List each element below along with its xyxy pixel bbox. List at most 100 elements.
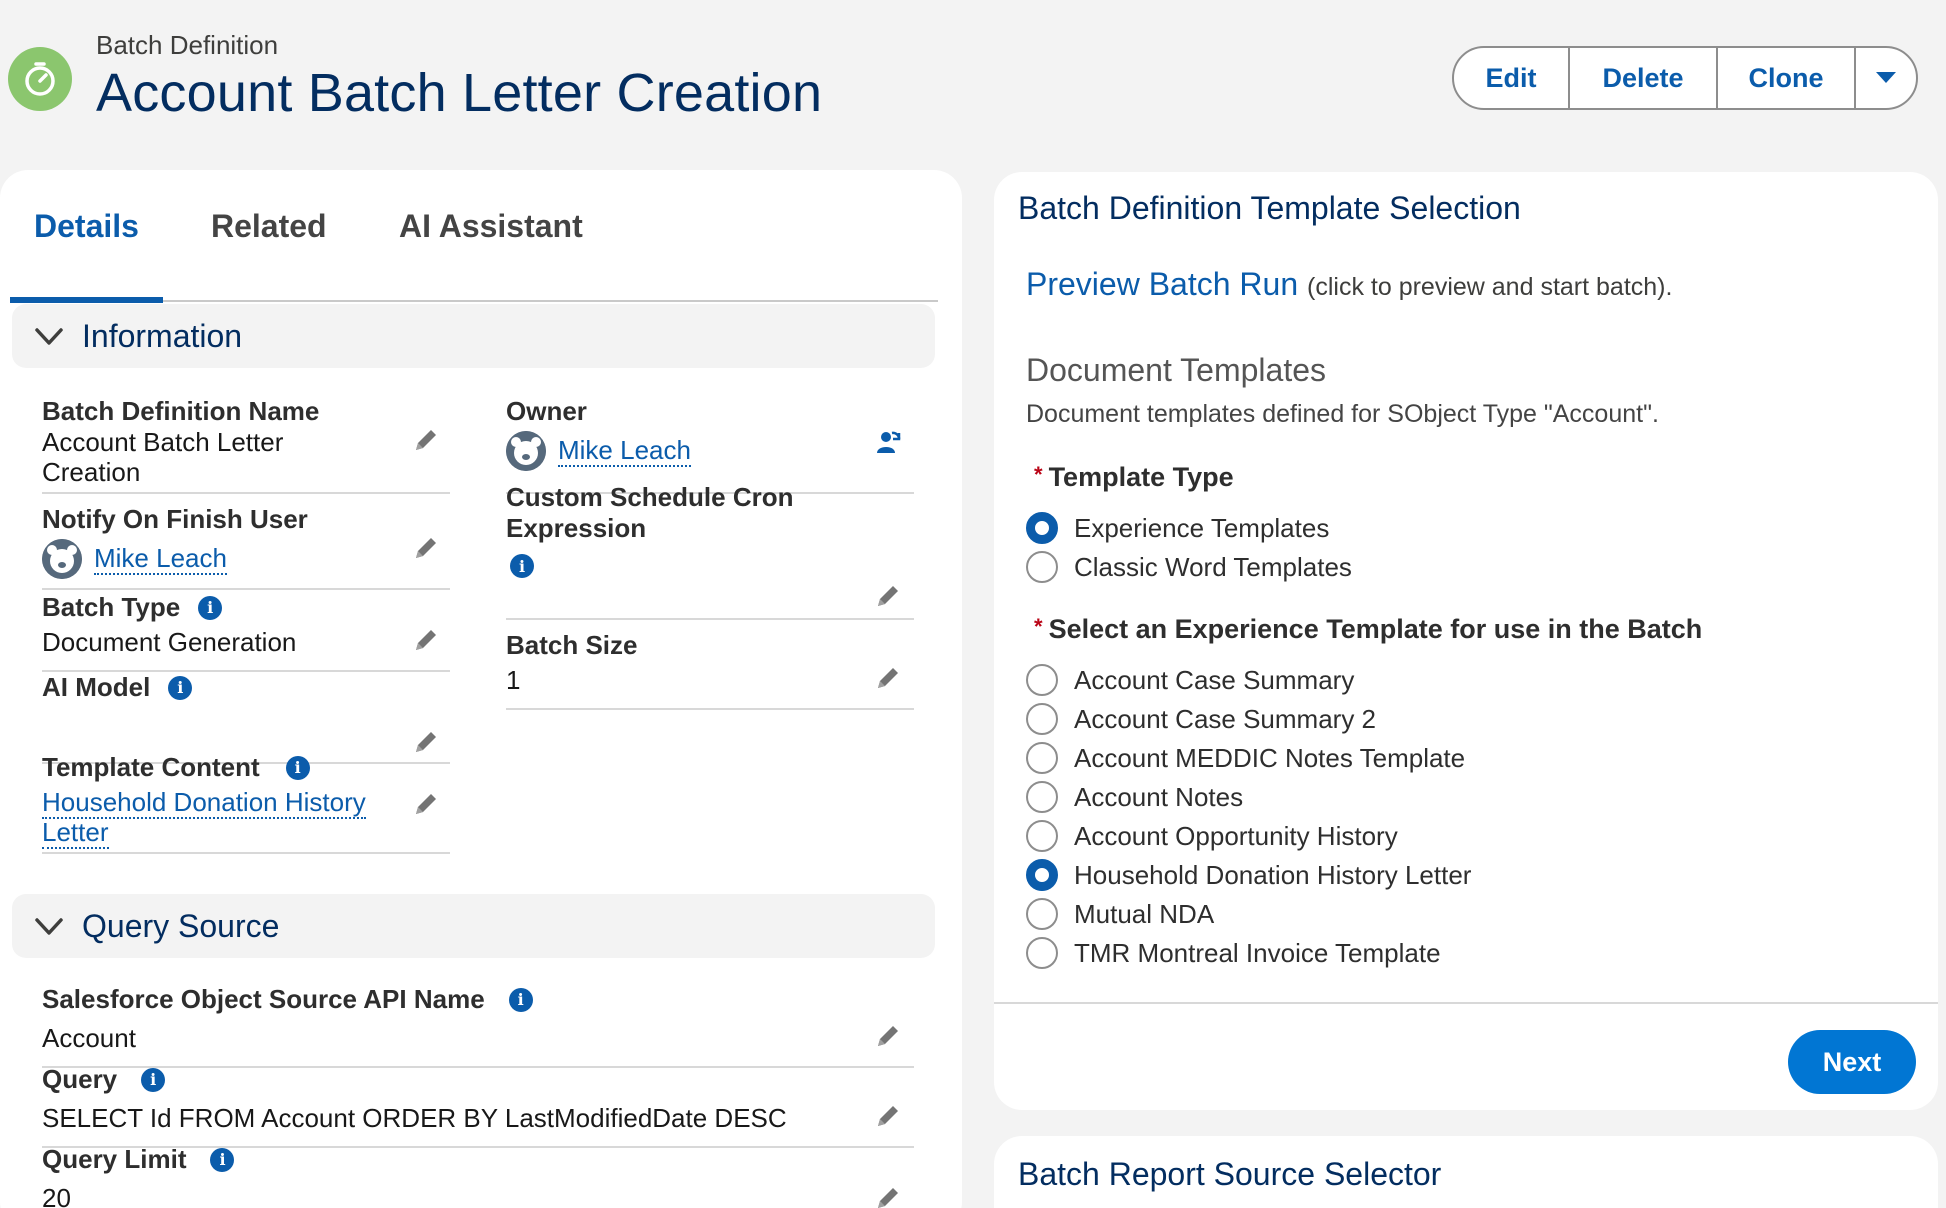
preview-note: (click to preview and start batch).	[1307, 273, 1673, 301]
radio-button[interactable]	[1026, 703, 1058, 735]
field-object-source-api-name: Salesforce Object Source API Name i Accou…	[42, 984, 914, 1068]
preview-row: Preview Batch Run (click to preview and …	[1026, 266, 1672, 303]
edit-pencil-icon[interactable]	[874, 582, 902, 610]
report-source-selector-card: Batch Report Source Selector	[994, 1136, 1938, 1208]
stopwatch-icon	[8, 47, 72, 111]
field-value: Household Donation History Letter	[42, 787, 450, 849]
field-label: Batch Type i	[42, 592, 450, 623]
field-label: Notify On Finish User	[42, 504, 308, 534]
document-templates-heading: Document Templates	[1026, 352, 1326, 388]
field-label: AI Model i	[42, 672, 450, 703]
radio-button[interactable]	[1026, 512, 1058, 544]
experience-template-option[interactable]: Mutual NDA	[1026, 896, 1214, 932]
document-templates-description: Document templates defined for SObject T…	[1026, 400, 1659, 428]
record-detail-card: Details Related AI Assistant Information…	[0, 170, 962, 1208]
field-owner: Owner Mike Leach	[506, 396, 914, 494]
info-icon[interactable]: i	[210, 1147, 235, 1172]
experience-template-option[interactable]: Account MEDDIC Notes Template	[1026, 740, 1465, 776]
field-batch-size: Batch Size 1	[506, 630, 914, 710]
field-value: Document Generation	[42, 627, 297, 657]
field-divider	[506, 708, 914, 710]
edit-pencil-icon[interactable]	[412, 426, 440, 454]
info-icon[interactable]: i	[168, 675, 193, 700]
radio-label: TMR Montreal Invoice Template	[1074, 937, 1441, 968]
radio-button[interactable]	[1026, 820, 1058, 852]
edit-pencil-icon[interactable]	[874, 1102, 902, 1130]
experience-template-option[interactable]: Account Case Summary	[1026, 662, 1354, 698]
page-title: Account Batch Letter Creation	[96, 63, 823, 123]
radio-button[interactable]	[1026, 781, 1058, 813]
info-icon[interactable]: i	[141, 1067, 166, 1092]
delete-button[interactable]: Delete	[1570, 48, 1718, 108]
radio-button[interactable]	[1026, 937, 1058, 969]
field-ai-model: AI Model i	[42, 672, 450, 764]
radio-label: Account Case Summary	[1074, 664, 1355, 695]
experience-template-option[interactable]: TMR Montreal Invoice Template	[1026, 935, 1441, 971]
experience-template-option[interactable]: Account Opportunity History	[1026, 818, 1398, 854]
notify-user-link[interactable]: Mike Leach	[94, 543, 227, 575]
edit-pencil-icon[interactable]	[874, 1022, 902, 1050]
object-type-label: Batch Definition	[96, 30, 279, 60]
field-label: Template Content i	[42, 752, 450, 783]
owner-link[interactable]: Mike Leach	[558, 435, 691, 467]
info-icon[interactable]: i	[510, 554, 534, 578]
radio-button[interactable]	[1026, 664, 1058, 696]
field-label: Salesforce Object Source API Name i	[42, 984, 914, 1015]
field-value: 1	[506, 665, 521, 695]
field-divider	[42, 492, 450, 494]
field-notify-on-finish-user: Notify On Finish User Mike Leach	[42, 504, 450, 590]
field-label: Query i	[42, 1064, 914, 1095]
radio-label: Account Case Summary 2	[1074, 703, 1377, 734]
field-value: Account Batch Letter Creation	[42, 427, 284, 487]
template-type-option[interactable]: Experience Templates	[1026, 510, 1329, 546]
radio-button[interactable]	[1026, 551, 1058, 583]
card-title: Batch Definition Template Selection	[1018, 190, 1521, 226]
change-owner-icon[interactable]	[874, 428, 902, 456]
field-batch-type: Batch Type i Document Generation	[42, 592, 450, 672]
radio-label: Mutual NDA	[1074, 898, 1215, 929]
experience-template-option[interactable]: Household Donation History Letter	[1026, 857, 1471, 893]
preview-batch-run-link[interactable]: Preview Batch Run	[1026, 266, 1298, 302]
next-button[interactable]: Next	[1788, 1030, 1916, 1094]
info-icon[interactable]: i	[508, 987, 533, 1012]
field-label: Batch Size	[506, 630, 638, 660]
card-footer-divider	[994, 1002, 1938, 1004]
required-marker: *	[1034, 614, 1043, 639]
experience-template-option[interactable]: Account Notes	[1026, 779, 1243, 815]
tab-related[interactable]: Related	[211, 208, 327, 245]
record-header: Batch Definition Account Batch Letter Cr…	[0, 0, 1946, 150]
edit-pencil-icon[interactable]	[412, 790, 440, 818]
radio-button[interactable]	[1026, 859, 1058, 891]
radio-button[interactable]	[1026, 898, 1058, 930]
edit-pencil-icon[interactable]	[412, 626, 440, 654]
field-value: SELECT Id FROM Account ORDER BY LastModi…	[42, 1103, 787, 1133]
radio-label: Household Donation History Letter	[1074, 859, 1472, 890]
section-information-header[interactable]: Information	[12, 304, 935, 368]
edit-pencil-icon[interactable]	[874, 664, 902, 692]
field-custom-schedule-cron: Custom Schedule Cron Expression i	[506, 482, 914, 620]
info-icon[interactable]: i	[285, 755, 310, 780]
edit-pencil-icon[interactable]	[412, 534, 440, 562]
field-template-content: Template Content i Household Donation His…	[42, 752, 450, 854]
template-content-link-cont[interactable]: Letter	[42, 817, 109, 849]
tab-ai-assistant[interactable]: AI Assistant	[399, 208, 583, 245]
owner-value: Mike Leach	[506, 431, 914, 471]
field-label: Batch Definition Name	[42, 396, 320, 426]
radio-button[interactable]	[1026, 742, 1058, 774]
edit-pencil-icon[interactable]	[874, 1184, 902, 1208]
field-divider	[42, 852, 450, 854]
info-icon[interactable]: i	[198, 595, 223, 620]
tab-details[interactable]: Details	[34, 208, 139, 245]
template-content-link[interactable]: Household Donation History	[42, 787, 366, 819]
tab-active-indicator	[10, 297, 163, 303]
template-type-option[interactable]: Classic Word Templates	[1026, 549, 1352, 585]
field-query-limit: Query Limit i 20	[42, 1144, 914, 1208]
experience-template-option[interactable]: Account Case Summary 2	[1026, 701, 1376, 737]
field-label: Owner	[506, 396, 587, 426]
field-value: 20	[42, 1183, 71, 1208]
section-query-source-header[interactable]: Query Source	[12, 894, 935, 958]
edit-button[interactable]: Edit	[1454, 48, 1570, 108]
clone-button[interactable]: Clone	[1718, 48, 1856, 108]
chevron-down-icon	[1876, 72, 1896, 83]
more-actions-button[interactable]	[1856, 48, 1916, 108]
